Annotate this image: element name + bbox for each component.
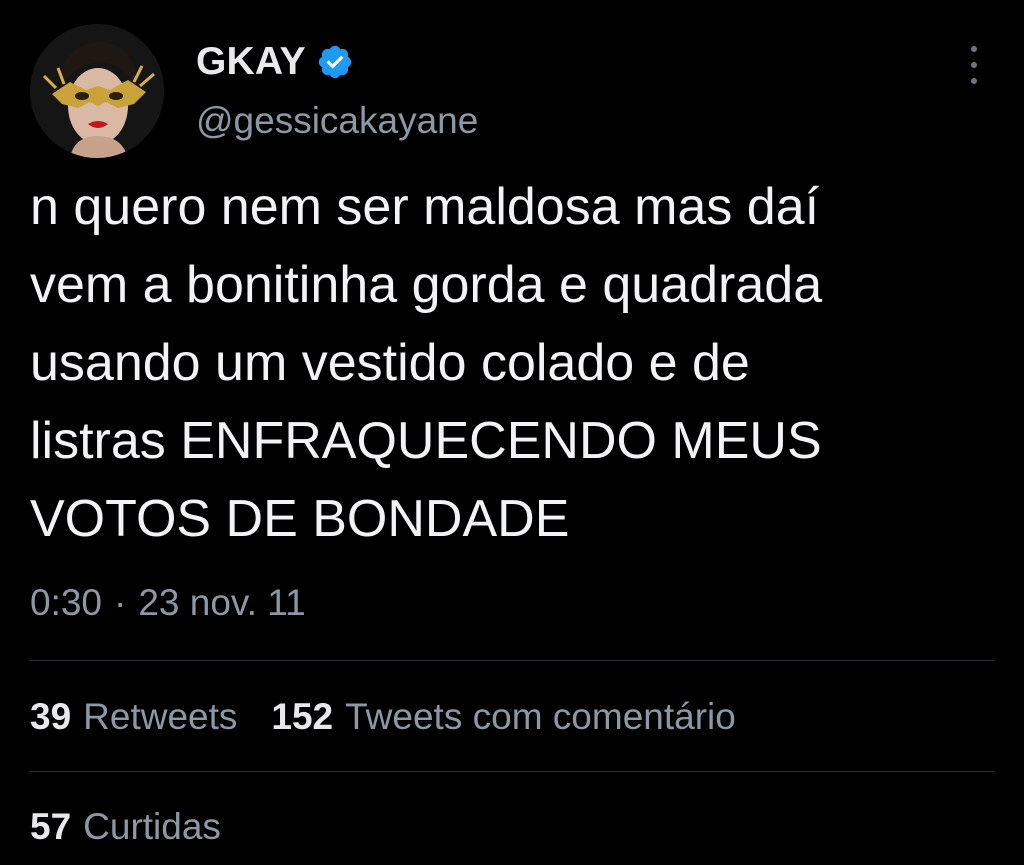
likes-count: 57 [30,806,72,847]
tweet-text-line: vem a bonitinha gorda e quadrada [30,256,823,314]
retweets-stat[interactable]: 39 Retweets [30,696,237,738]
retweets-count: 39 [30,696,72,737]
quote-tweets-count: 152 [271,696,334,737]
tweet-time[interactable]: 0:30 [30,582,102,624]
likes-stat[interactable]: 57 Curtidas [30,806,221,848]
display-name[interactable]: GKAY [196,40,306,84]
timestamp-separator: · [114,582,127,623]
divider [30,771,994,772]
engagement-stats-row: 39 Retweets 152 Tweets com comentário [30,696,736,738]
tweet-text-line: usando um vestido colado e de [30,334,750,392]
more-options-icon[interactable] [964,46,984,84]
avatar[interactable] [30,24,164,158]
likes-stats-row: 57 Curtidas [30,806,221,848]
tweet-text-line: VOTOS DE BONDADE [30,490,570,548]
tweet-timestamp[interactable]: 0:30 · 23 nov. 11 [30,582,306,624]
retweets-label: Retweets [83,696,238,737]
divider [30,660,994,661]
tweet-date[interactable]: 23 nov. 11 [138,582,305,624]
tweet-detail: GKAY @gessicakayane n quero nem ser mald… [0,0,1024,865]
likes-label: Curtidas [83,806,221,847]
tweet-text-line: n quero nem ser maldosa mas daí [30,178,820,236]
avatar-image [30,24,164,158]
quote-tweets-label: Tweets com comentário [345,696,736,737]
display-name-row[interactable]: GKAY [196,40,354,84]
quote-tweets-stat[interactable]: 152 Tweets com comentário [271,696,735,738]
verified-badge-icon [316,43,354,81]
user-handle[interactable]: @gessicakayane [196,100,478,142]
tweet-text: n quero nem ser maldosa mas daí vem a bo… [30,168,1010,558]
tweet-text-line: listras ENFRAQUECENDO MEUS [30,412,822,470]
